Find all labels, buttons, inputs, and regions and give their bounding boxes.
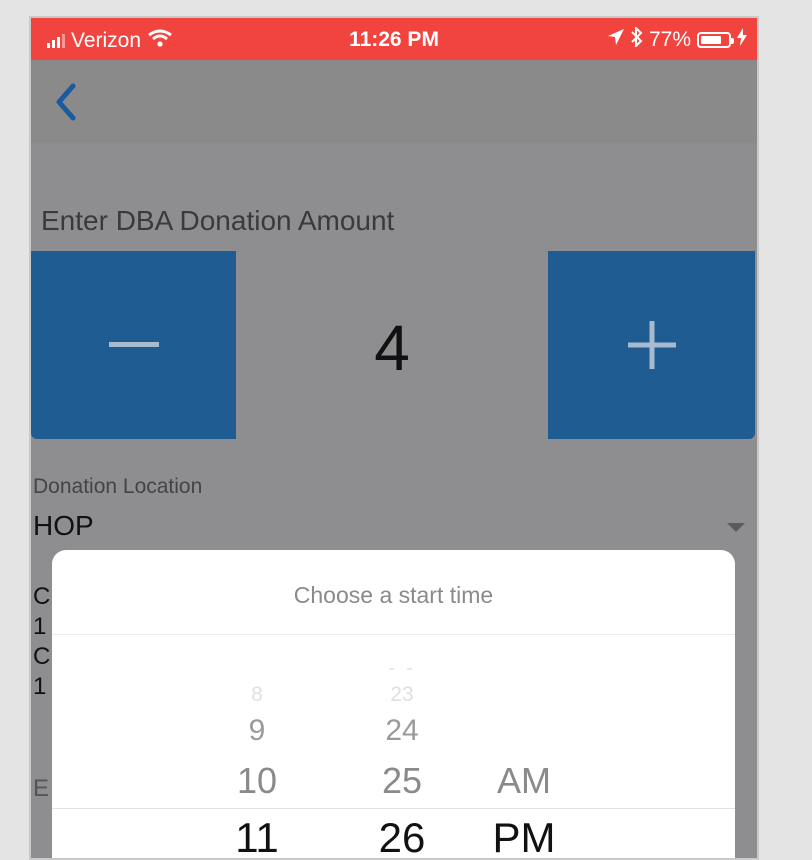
hour-option: 10 (236, 760, 278, 801)
battery-icon (697, 32, 734, 48)
donation-amount-title: Enter DBA Donation Amount (41, 205, 395, 236)
wheel-fade-marks (347, 668, 457, 672)
obscured-text-fragment: C (33, 583, 51, 610)
navigation-bar (31, 60, 757, 143)
obscured-text-fragment: C (33, 643, 51, 670)
status-bar: Verizon 11:26 PM 77% (31, 18, 757, 60)
hour-option: 8 (251, 683, 263, 706)
hour-option: 9 (248, 714, 266, 747)
battery-percent: 77% (648, 28, 691, 51)
ampm-option-selected: PM (492, 814, 556, 860)
picker-selection-line (52, 808, 735, 809)
donation-amount-value: 4 (374, 312, 410, 384)
decrement-button[interactable] (31, 251, 236, 439)
chevron-left-icon (56, 83, 76, 121)
ampm-wheel[interactable]: AM PM (464, 550, 584, 860)
plus-icon (627, 321, 676, 369)
minute-option-selected: 26 (378, 814, 426, 860)
charging-bolt-icon (737, 28, 747, 52)
back-button[interactable] (49, 78, 79, 126)
obscured-text-fragment: 1 (33, 673, 47, 700)
start-time-picker: Choose a start time 8 9 10 11 23 24 25 2… (52, 550, 735, 860)
location-arrow-icon (607, 28, 625, 52)
bluetooth-icon (631, 25, 643, 53)
obscured-text-fragment: E (33, 775, 50, 802)
minute-option: 23 (390, 683, 414, 706)
donation-location-value: HOP (33, 510, 94, 541)
increment-button[interactable] (548, 251, 755, 439)
ampm-option: AM (497, 760, 551, 801)
minute-option: 25 (381, 760, 423, 801)
minus-icon (108, 342, 159, 347)
dropdown-arrow-icon (727, 523, 745, 532)
donation-location-select[interactable]: HOP (31, 503, 757, 553)
phone-screen: Verizon 11:26 PM 77% Enter DBA Donation … (29, 16, 759, 860)
hour-option-selected: 11 (235, 814, 279, 860)
minute-option: 24 (385, 714, 419, 747)
hour-wheel[interactable]: 8 9 10 11 (212, 550, 302, 860)
status-right: 77% (607, 25, 747, 53)
minute-wheel[interactable]: 23 24 25 26 (347, 550, 457, 860)
donation-location-label: Donation Location (33, 475, 203, 498)
obscured-text-fragment: 1 (33, 613, 47, 640)
